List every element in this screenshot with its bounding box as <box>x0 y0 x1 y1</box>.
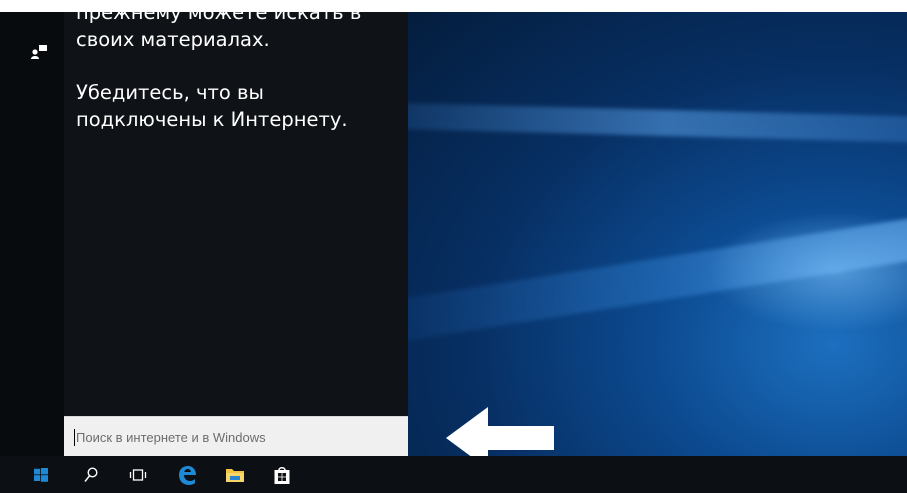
search-input[interactable]: Поиск в интернете и в Windows <box>64 416 408 456</box>
wallpaper-light-beam <box>408 102 907 144</box>
store-button[interactable] <box>267 456 297 493</box>
search-icon <box>84 466 98 482</box>
file-explorer-icon <box>226 468 244 482</box>
taskbar <box>0 456 907 493</box>
windows-start-icon <box>34 467 48 482</box>
cortana-side-rail <box>0 12 64 456</box>
wallpaper-glow <box>707 212 907 332</box>
desktop-wallpaper <box>408 12 907 456</box>
text-caret <box>74 429 75 446</box>
cortana-message: прежнему можете искать в своих материала… <box>76 12 396 133</box>
search-placeholder: Поиск в интернете и в Windows <box>76 430 266 445</box>
start-button[interactable] <box>26 456 56 493</box>
search-button[interactable] <box>78 456 104 493</box>
cortana-message-line: своих материалах. <box>76 28 270 51</box>
file-explorer-button[interactable] <box>220 456 250 493</box>
screen: прежнему можете искать в своих материала… <box>0 0 907 493</box>
cortana-panel: прежнему можете искать в своих материала… <box>64 12 408 416</box>
edge-icon <box>179 465 196 485</box>
store-icon <box>274 466 290 484</box>
cortana-message-line: Убедитесь, что вы <box>76 81 264 104</box>
cortana-message-line: прежнему можете искать в <box>76 12 362 24</box>
task-view-icon <box>129 468 147 481</box>
edge-button[interactable] <box>172 456 202 493</box>
task-view-button[interactable] <box>124 456 152 493</box>
cortana-message-line: подключены к Интернету. <box>76 108 348 131</box>
feedback-icon[interactable] <box>30 44 48 60</box>
